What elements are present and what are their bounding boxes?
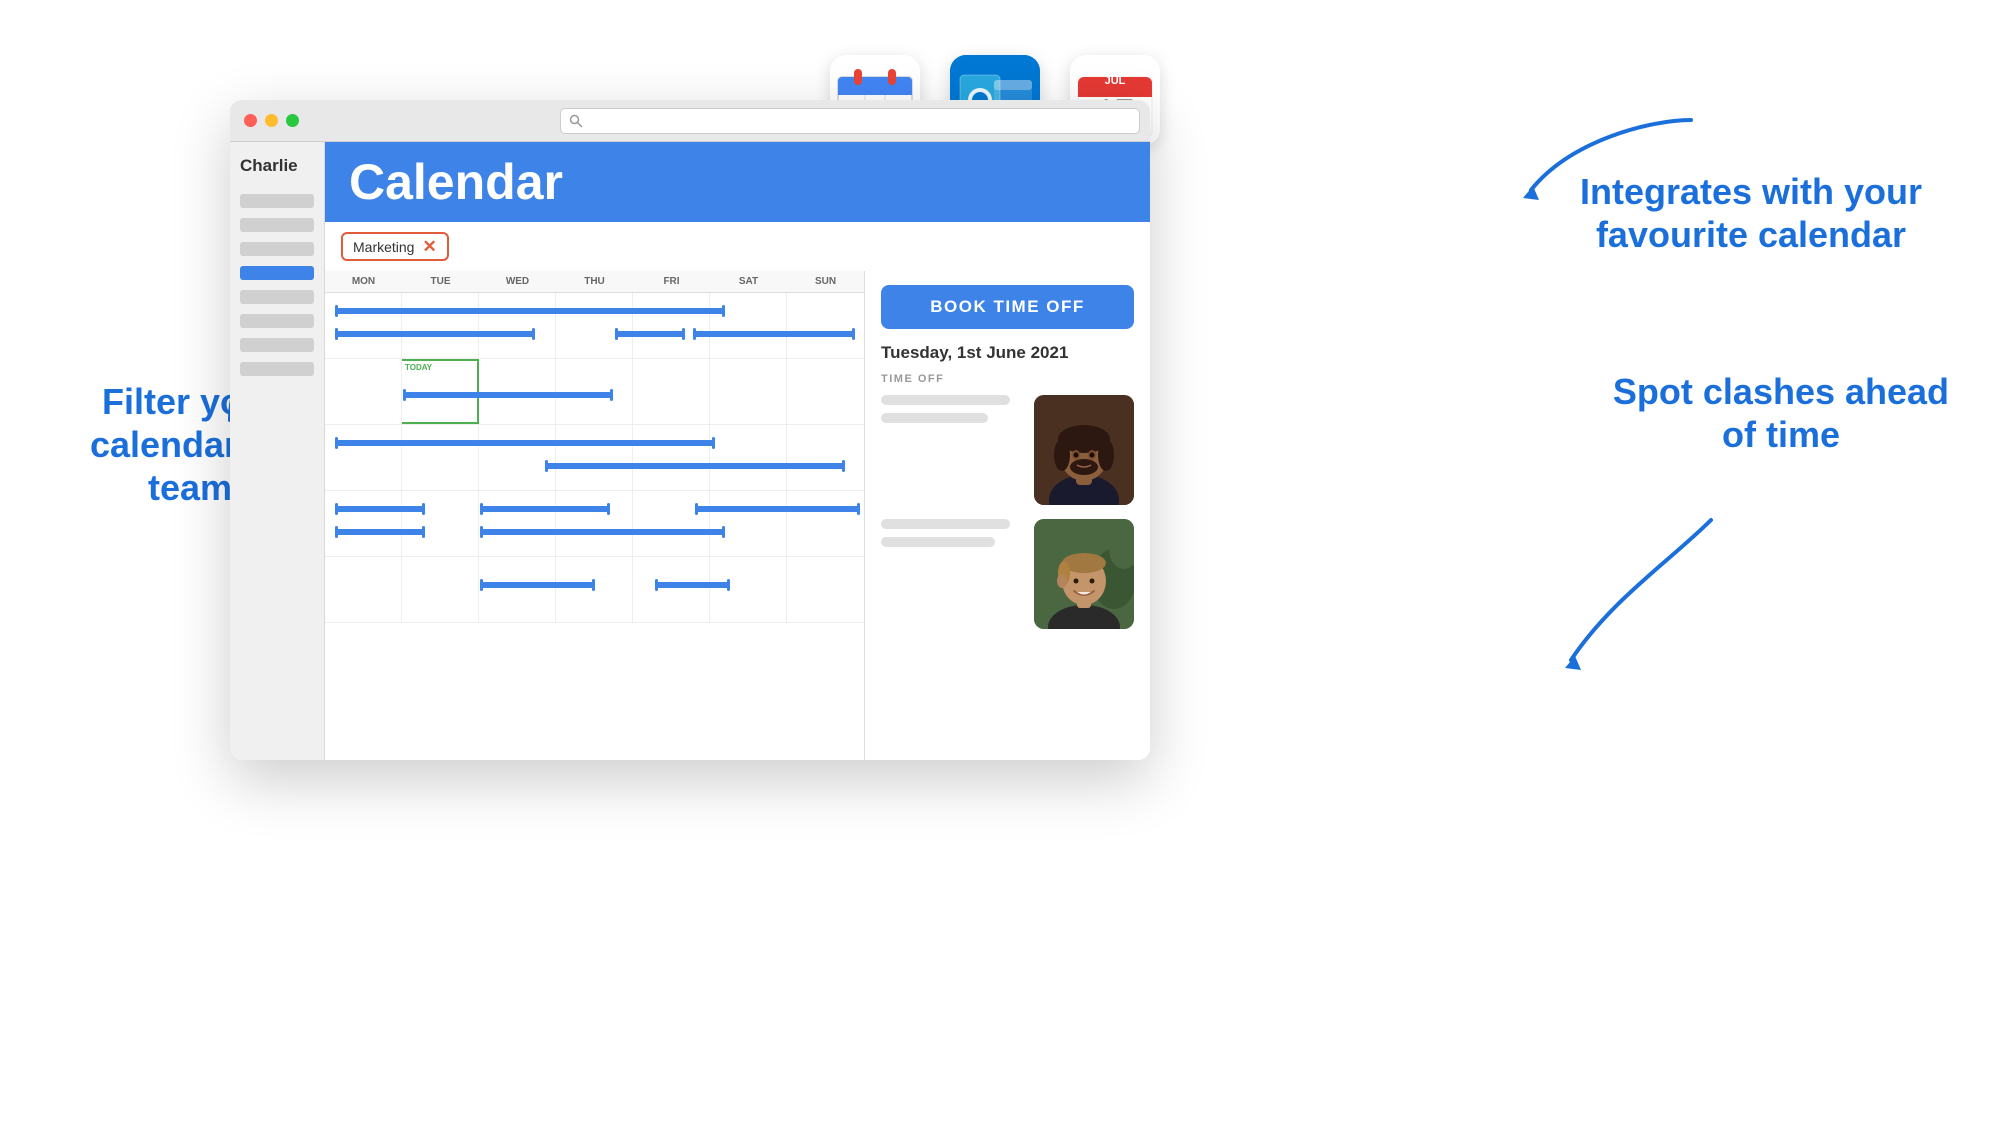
sidebar-item[interactable] bbox=[240, 290, 314, 304]
main-content: Calendar Marketing ✕ MON TUE WED THU FRI… bbox=[325, 142, 1150, 760]
day-header-sun: SUN bbox=[787, 271, 864, 292]
integrates-arrow bbox=[1511, 90, 1711, 210]
book-time-off-button[interactable]: BOOK TIME OFF bbox=[881, 285, 1134, 329]
sidebar-item[interactable] bbox=[240, 194, 314, 208]
cal-bar bbox=[615, 331, 685, 337]
cal-bar bbox=[545, 463, 845, 469]
calendar-rows-wrapper: TODAY bbox=[325, 293, 864, 623]
person-bar-2b bbox=[881, 537, 995, 547]
person-bar-1a bbox=[881, 395, 1010, 405]
sidebar-title: Charlie bbox=[230, 142, 324, 184]
spot-clashes-arrow bbox=[1551, 500, 1751, 680]
right-panel: BOOK TIME OFF Tuesday, 1st June 2021 TIM… bbox=[865, 271, 1150, 760]
time-off-label: TIME OFF bbox=[881, 373, 1134, 385]
close-dot[interactable] bbox=[244, 114, 257, 127]
person-row-1 bbox=[881, 395, 1134, 505]
day-header-thu: THU bbox=[556, 271, 633, 292]
cal-bar bbox=[480, 582, 595, 588]
sidebar-item[interactable] bbox=[240, 218, 314, 232]
cal-row-3 bbox=[325, 425, 864, 491]
person-avatar-woman bbox=[1034, 395, 1134, 505]
maximize-dot[interactable] bbox=[286, 114, 299, 127]
cal-bar bbox=[695, 506, 860, 512]
filter-chip-close[interactable]: ✕ bbox=[422, 238, 436, 255]
cal-bar bbox=[655, 582, 730, 588]
person-row-2 bbox=[881, 519, 1134, 629]
person-bar-1b bbox=[881, 413, 988, 423]
search-bar[interactable] bbox=[560, 108, 1140, 134]
selected-date: Tuesday, 1st June 2021 bbox=[881, 343, 1134, 363]
search-icon bbox=[569, 114, 583, 128]
spot-clashes-annotation: Spot clashes ahead of time bbox=[1611, 370, 1951, 456]
cal-bar bbox=[403, 392, 613, 398]
calendar-header: Calendar bbox=[325, 142, 1150, 222]
cal-bar bbox=[480, 506, 610, 512]
day-headers: MON TUE WED THU FRI SAT SUN bbox=[325, 271, 864, 293]
cal-bar bbox=[480, 529, 725, 535]
calendar-body: MON TUE WED THU FRI SAT SUN bbox=[325, 271, 1150, 760]
cal-bar bbox=[693, 331, 855, 337]
filter-chip[interactable]: Marketing ✕ bbox=[341, 232, 449, 261]
cal-row-2: TODAY bbox=[325, 359, 864, 425]
app-window: Charlie Calendar Marketing ✕ bbox=[230, 100, 1150, 760]
sidebar-item[interactable] bbox=[240, 362, 314, 376]
person-bar-2a bbox=[881, 519, 1010, 529]
title-bar bbox=[230, 100, 1150, 142]
calendar-grid: MON TUE WED THU FRI SAT SUN bbox=[325, 271, 865, 760]
cal-row-1 bbox=[325, 293, 864, 359]
day-header-sat: SAT bbox=[710, 271, 787, 292]
sidebar-item[interactable] bbox=[240, 314, 314, 328]
sidebar-item-active[interactable] bbox=[240, 266, 314, 280]
cal-row-4 bbox=[325, 491, 864, 557]
day-header-tue: TUE bbox=[402, 271, 479, 292]
sidebar-item[interactable] bbox=[240, 242, 314, 256]
filter-bar: Marketing ✕ bbox=[325, 222, 1150, 271]
calendar-title: Calendar bbox=[349, 153, 563, 211]
day-header-wed: WED bbox=[479, 271, 556, 292]
day-header-fri: FRI bbox=[633, 271, 710, 292]
cal-bar bbox=[335, 440, 715, 446]
day-header-mon: MON bbox=[325, 271, 402, 292]
cal-row-5 bbox=[325, 557, 864, 623]
cal-bar bbox=[335, 506, 425, 512]
cal-bar bbox=[335, 331, 535, 337]
sidebar: Charlie bbox=[230, 142, 325, 760]
today-label: TODAY bbox=[405, 363, 432, 372]
cal-bar bbox=[335, 529, 425, 535]
svg-text:JUL: JUL bbox=[1105, 75, 1126, 87]
person-avatar-man bbox=[1034, 519, 1134, 629]
minimize-dot[interactable] bbox=[265, 114, 278, 127]
filter-chip-label: Marketing bbox=[353, 239, 414, 255]
sidebar-item[interactable] bbox=[240, 338, 314, 352]
cal-bar bbox=[335, 308, 725, 314]
